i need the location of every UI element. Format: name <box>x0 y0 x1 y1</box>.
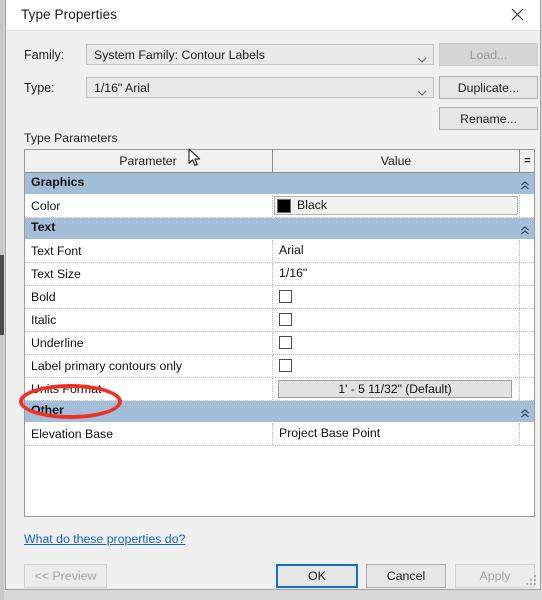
group-label: Other <box>31 403 64 417</box>
table-row: Text Size 1/16" <box>25 263 534 286</box>
group-header-text[interactable]: Text <box>25 218 534 240</box>
color-swatch <box>277 199 291 213</box>
resize-grip[interactable] <box>526 575 537 586</box>
table-row: Bold <box>25 286 534 309</box>
row-value-cell[interactable] <box>272 332 519 354</box>
row-value-cell[interactable]: Black <box>272 195 519 217</box>
group-header-other[interactable]: Other <box>25 401 534 423</box>
chevron-down-icon <box>417 84 427 96</box>
ok-button[interactable]: OK <box>276 564 358 588</box>
row-parameter-name: Bold <box>31 290 56 304</box>
bold-checkbox[interactable] <box>279 290 292 303</box>
help-link[interactable]: What do these properties do? <box>24 532 185 546</box>
load-button: Load... <box>439 43 538 66</box>
column-header-equals[interactable]: = <box>519 150 534 172</box>
table-row: Units Format 1' - 5 11/32" (Default) <box>25 378 534 401</box>
table-row: Underline <box>25 332 534 355</box>
row-parameter-name: Units Format <box>31 382 102 396</box>
group-label: Text <box>31 220 56 234</box>
row-equals-cell[interactable] <box>519 332 534 354</box>
row-parameter-name: Label primary contours only <box>31 359 183 373</box>
rename-button[interactable]: Rename... <box>439 107 538 130</box>
dialog-titlebar: Type Properties <box>6 0 540 31</box>
color-picker-field[interactable]: Black <box>274 196 518 215</box>
row-parameter-name: Color <box>31 199 61 213</box>
type-dropdown[interactable]: 1/16" Arial <box>86 77 434 98</box>
type-parameters-table: Parameter Value = Graphics Color Black T… <box>24 149 535 517</box>
family-dropdown[interactable]: System Family: Contour Labels <box>86 44 434 65</box>
duplicate-button[interactable]: Duplicate... <box>439 76 538 99</box>
chevron-down-icon <box>417 51 427 63</box>
family-label: Family: <box>24 48 65 62</box>
units-format-button[interactable]: 1' - 5 11/32" (Default) <box>278 380 512 398</box>
group-label: Graphics <box>31 175 85 189</box>
table-row: Color Black <box>25 195 534 218</box>
row-parameter-name: Elevation Base <box>31 427 114 441</box>
preview-button: << Preview <box>24 564 107 588</box>
row-equals-cell[interactable] <box>519 195 534 217</box>
row-parameter-name: Underline <box>31 336 84 350</box>
row-value-cell[interactable]: Project Base Point <box>272 423 519 445</box>
row-value-cell[interactable] <box>272 286 519 308</box>
background-window-dark-edge <box>0 255 4 335</box>
row-equals-cell[interactable] <box>519 309 534 331</box>
underline-checkbox[interactable] <box>279 336 292 349</box>
cancel-button[interactable]: Cancel <box>366 564 446 588</box>
row-equals-cell[interactable] <box>519 355 534 377</box>
row-value-cell[interactable]: 1' - 5 11/32" (Default) <box>272 378 519 400</box>
row-value-cell[interactable] <box>272 355 519 377</box>
row-parameter-name: Text Size <box>31 267 81 281</box>
row-parameter-name: Text Font <box>31 244 82 258</box>
family-dropdown-value: System Family: Contour Labels <box>94 48 265 62</box>
color-value-label: Black <box>297 198 328 212</box>
row-equals-cell[interactable] <box>519 240 534 262</box>
table-row: Italic <box>25 309 534 332</box>
row-equals-cell[interactable] <box>519 378 534 400</box>
table-row: Elevation Base Project Base Point <box>25 423 534 446</box>
label-primary-contours-checkbox[interactable] <box>279 359 292 372</box>
chevron-up-icon[interactable] <box>520 223 530 235</box>
column-header-parameter[interactable]: Parameter <box>25 150 271 172</box>
row-parameter-name: Italic <box>31 313 57 327</box>
row-value-cell[interactable]: 1/16" <box>272 263 519 285</box>
row-value-text: 1/16" <box>279 266 308 280</box>
type-label: Type: <box>24 81 55 95</box>
row-value-cell[interactable]: Arial <box>272 240 519 262</box>
apply-button: Apply <box>455 564 535 588</box>
table-header-row: Parameter Value = <box>25 150 534 173</box>
chevron-up-icon[interactable] <box>520 178 530 190</box>
type-properties-dialog: Type Properties Family: System Family: C… <box>5 0 541 590</box>
dialog-title: Type Properties <box>21 7 118 22</box>
row-value-text: Project Base Point <box>279 426 381 440</box>
chevron-up-icon[interactable] <box>520 406 530 418</box>
row-value-cell[interactable] <box>272 309 519 331</box>
table-row: Text Font Arial <box>25 240 534 263</box>
table-row: Label primary contours only <box>25 355 534 378</box>
close-icon[interactable] <box>495 0 540 29</box>
row-value-text: Arial <box>279 243 304 257</box>
italic-checkbox[interactable] <box>279 313 292 326</box>
type-dropdown-value: 1/16" Arial <box>94 81 150 95</box>
column-header-value[interactable]: Value <box>272 150 519 172</box>
type-parameters-label: Type Parameters <box>24 131 118 145</box>
row-equals-cell[interactable] <box>519 286 534 308</box>
row-equals-cell[interactable] <box>519 263 534 285</box>
group-header-graphics[interactable]: Graphics <box>25 173 534 195</box>
row-equals-cell[interactable] <box>519 423 534 445</box>
